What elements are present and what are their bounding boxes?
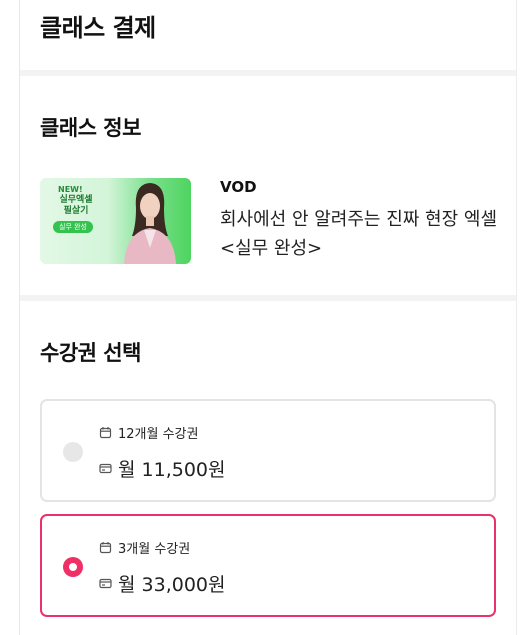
option-price: 월 11,500원 [118,458,226,481]
pass-option-12-month[interactable]: 12개월 수강권 월 11,500원 [40,399,496,502]
thumbnail-title: 실무엑셀 필살기 [59,195,93,216]
option-period-row: 12개월 수강권 [99,423,199,442]
option-price-row: 월 33,000원 [99,570,225,596]
class-name: 회사에선 안 알려주는 진짜 현장 엑셀 <실무 완성> [220,209,498,259]
class-type: VOD [220,178,257,196]
card-icon [99,578,112,588]
option-period-row: 3개월 수강권 [99,538,191,557]
pass-option-3-month[interactable]: 3개월 수강권 월 33,000원 [40,514,496,617]
class-thumbnail[interactable]: NEW! 실무엑셀 필살기 실무 완성 [40,178,191,264]
instructor-photo [124,183,176,264]
scrollbar-track[interactable] [516,0,525,635]
radio-button-selected[interactable] [63,557,83,577]
left-frame-edge [0,0,20,635]
class-info-title: 클래스 정보 [40,116,141,140]
calendar-icon [99,541,112,553]
card-icon [99,463,112,473]
thumbnail-new-badge: NEW! [58,185,83,194]
option-price-row: 월 11,500원 [99,455,225,481]
option-period: 12개월 수강권 [118,426,199,442]
option-price: 월 33,000원 [118,573,226,596]
section-divider [20,295,516,301]
section-divider [20,70,516,76]
calendar-icon [99,426,112,438]
radio-button-unselected[interactable] [63,442,83,462]
payment-page: 클래스 결제 클래스 정보 NEW! 실무엑셀 필살기 실무 완성 VOD 회사… [20,0,516,635]
option-period: 3개월 수강권 [118,541,191,557]
thumbnail-tag: 실무 완성 [53,221,93,233]
pass-select-title: 수강권 선택 [40,341,141,365]
page-title: 클래스 결제 [40,14,156,42]
